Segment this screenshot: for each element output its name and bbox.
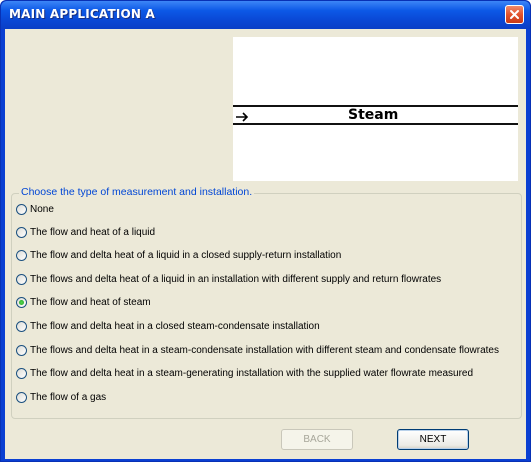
installation-preview: Steam <box>233 37 518 181</box>
option-label: The flow and delta heat in a closed stea… <box>30 320 320 332</box>
option-label: The flow and delta heat of a liquid in a… <box>30 249 342 261</box>
option-liquid-flow-heat[interactable]: The flow and heat of a liquid <box>16 225 155 239</box>
radio-button[interactable] <box>16 249 27 261</box>
close-icon <box>509 9 520 20</box>
arrow-right-icon <box>235 108 249 122</box>
radio-button[interactable] <box>16 273 27 285</box>
option-closed-steam-condensate[interactable]: The flow and delta heat in a closed stea… <box>16 319 320 333</box>
option-steam-condensate-different-flowrates[interactable]: The flows and delta heat in a steam-cond… <box>16 343 499 357</box>
radio-button-selected[interactable] <box>16 296 27 308</box>
option-label: The flow and heat of a liquid <box>30 226 156 238</box>
option-label: The flows and delta heat of a liquid in … <box>30 273 442 285</box>
option-label: The flows and delta heat in a steam-cond… <box>30 344 499 356</box>
title-bar[interactable]: MAIN APPLICATION A <box>1 1 530 29</box>
option-steam-generating[interactable]: The flow and delta heat in a steam-gener… <box>16 366 473 380</box>
option-label: The flow of a gas <box>30 391 107 403</box>
option-gas-flow[interactable]: The flow of a gas <box>16 390 106 404</box>
option-label: None <box>30 203 54 215</box>
option-liquid-different-flowrates[interactable]: The flows and delta heat of a liquid in … <box>16 272 441 286</box>
pipe-bottom-line <box>233 123 518 125</box>
next-button[interactable]: NEXT <box>397 429 469 450</box>
measurement-type-group: Choose the type of measurement and insta… <box>11 186 522 419</box>
option-label: The flow and delta heat in a steam-gener… <box>30 367 474 379</box>
option-none[interactable]: None <box>16 202 54 216</box>
radio-button[interactable] <box>16 320 27 332</box>
application-window: MAIN APPLICATION A Steam Choose the type… <box>0 0 531 462</box>
radio-button[interactable] <box>16 203 27 215</box>
radio-button[interactable] <box>16 226 27 238</box>
radio-button[interactable] <box>16 344 27 356</box>
back-button[interactable]: BACK <box>281 429 353 450</box>
pipe-medium-label: Steam <box>348 107 399 123</box>
option-steam-flow-heat[interactable]: The flow and heat of steam <box>16 295 151 309</box>
radio-button[interactable] <box>16 391 27 403</box>
dialog-client-area: Steam Choose the type of measurement and… <box>5 29 526 459</box>
group-legend: Choose the type of measurement and insta… <box>19 186 255 198</box>
option-liquid-closed-supply-return[interactable]: The flow and delta heat of a liquid in a… <box>16 248 341 262</box>
window-title: MAIN APPLICATION A <box>9 7 156 21</box>
option-label: The flow and heat of steam <box>30 296 151 308</box>
close-button[interactable] <box>505 5 524 24</box>
radio-button[interactable] <box>16 367 27 379</box>
